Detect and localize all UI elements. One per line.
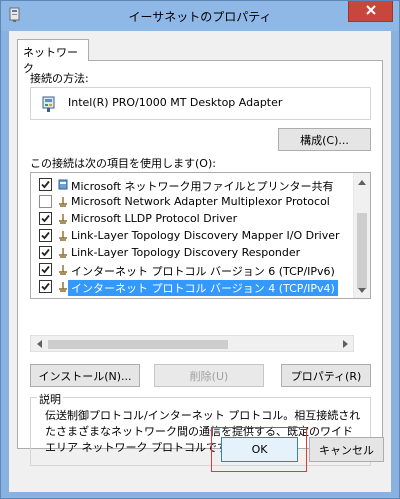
network-tab-panel: 接続の方法: Intel(R) PRO/1000 MT Desktop Adap… bbox=[17, 60, 383, 466]
scroll-right-button[interactable] bbox=[337, 336, 353, 352]
item-label: Link-Layer Topology Discovery Responder bbox=[71, 246, 301, 259]
adapter-name: Intel(R) PRO/1000 MT Desktop Adapter bbox=[68, 96, 283, 109]
horizontal-scrollbar[interactable] bbox=[30, 335, 354, 352]
item-label: Microsoft ネットワーク用ファイルとプリンター共有 bbox=[71, 180, 334, 193]
list-item[interactable]: Link-Layer Topology Discovery Mapper I/O… bbox=[31, 227, 351, 244]
item-label: インターネット プロトコル バージョン 4 (TCP/IPv4) bbox=[68, 280, 338, 296]
chevron-left-icon bbox=[36, 338, 42, 351]
checkbox[interactable] bbox=[39, 212, 52, 225]
list-item[interactable]: Microsoft LLDP Protocol Driver bbox=[31, 210, 351, 227]
chevron-down-icon bbox=[358, 283, 366, 296]
checkbox[interactable] bbox=[39, 195, 52, 208]
scroll-thumb[interactable] bbox=[357, 213, 367, 289]
list-item[interactable]: Link-Layer Topology Discovery Responder bbox=[31, 244, 351, 261]
properties-dialog: イーサネットのプロパティ ネットワーク 接続の方法: Intel(R) PRO/… bbox=[0, 0, 400, 499]
scroll-up-button[interactable] bbox=[354, 173, 370, 190]
item-label: Link-Layer Topology Discovery Mapper I/O… bbox=[71, 229, 340, 242]
scroll-down-button[interactable] bbox=[354, 281, 370, 298]
components-list[interactable]: Microsoft ネットワーク用ファイルとプリンター共有 Microsoft … bbox=[30, 172, 371, 299]
properties-button[interactable]: プロパティ(R) bbox=[281, 364, 371, 387]
ok-button[interactable]: OK bbox=[221, 437, 298, 462]
horizontal-scroll-thumb[interactable] bbox=[48, 340, 228, 349]
item-label: Microsoft LLDP Protocol Driver bbox=[71, 212, 238, 225]
scroll-left-button[interactable] bbox=[31, 336, 47, 352]
checkbox[interactable] bbox=[39, 229, 52, 242]
close-button[interactable] bbox=[348, 1, 393, 22]
list-item[interactable]: インターネット プロトコル バージョン 4 (TCP/IPv4) bbox=[31, 278, 351, 296]
checkbox[interactable] bbox=[39, 263, 52, 276]
vertical-scrollbar[interactable] bbox=[353, 173, 370, 298]
items-label: この接続は次の項目を使用します(O): bbox=[30, 157, 216, 170]
chevron-right-icon bbox=[342, 338, 348, 351]
item-label: Microsoft Network Adapter Multiplexor Pr… bbox=[71, 195, 330, 208]
list-item[interactable]: インターネット プロトコル バージョン 6 (TCP/IPv6) bbox=[31, 261, 351, 278]
checkbox[interactable] bbox=[39, 246, 52, 259]
list-item[interactable]: Microsoft ネットワーク用ファイルとプリンター共有 bbox=[31, 176, 351, 193]
dialog-client-area: ネットワーク 接続の方法: Intel(R) PRO/1000 MT Deskt… bbox=[9, 31, 391, 492]
tab-network[interactable]: ネットワーク bbox=[17, 39, 89, 75]
configure-button[interactable]: 構成(C)... bbox=[278, 128, 371, 151]
adapter-field: Intel(R) PRO/1000 MT Desktop Adapter bbox=[30, 87, 371, 120]
checkbox[interactable] bbox=[39, 280, 52, 293]
window-title: イーサネットのプロパティ bbox=[128, 10, 272, 24]
title-bar[interactable]: イーサネットのプロパティ bbox=[1, 1, 399, 31]
cancel-button[interactable]: キャンセル bbox=[309, 437, 384, 462]
chevron-up-icon bbox=[358, 175, 366, 188]
item-label: インターネット プロトコル バージョン 6 (TCP/IPv6) bbox=[71, 265, 335, 278]
list-item[interactable]: Microsoft Network Adapter Multiplexor Pr… bbox=[31, 193, 351, 210]
description-legend: 説明 bbox=[37, 391, 63, 407]
close-icon bbox=[365, 4, 376, 18]
network-card-icon bbox=[41, 95, 59, 116]
uninstall-button[interactable]: 削除(U) bbox=[154, 364, 264, 387]
checkbox[interactable] bbox=[39, 178, 52, 191]
install-button[interactable]: インストール(N)... bbox=[30, 364, 140, 387]
connect-using-label: 接続の方法: bbox=[30, 72, 89, 85]
